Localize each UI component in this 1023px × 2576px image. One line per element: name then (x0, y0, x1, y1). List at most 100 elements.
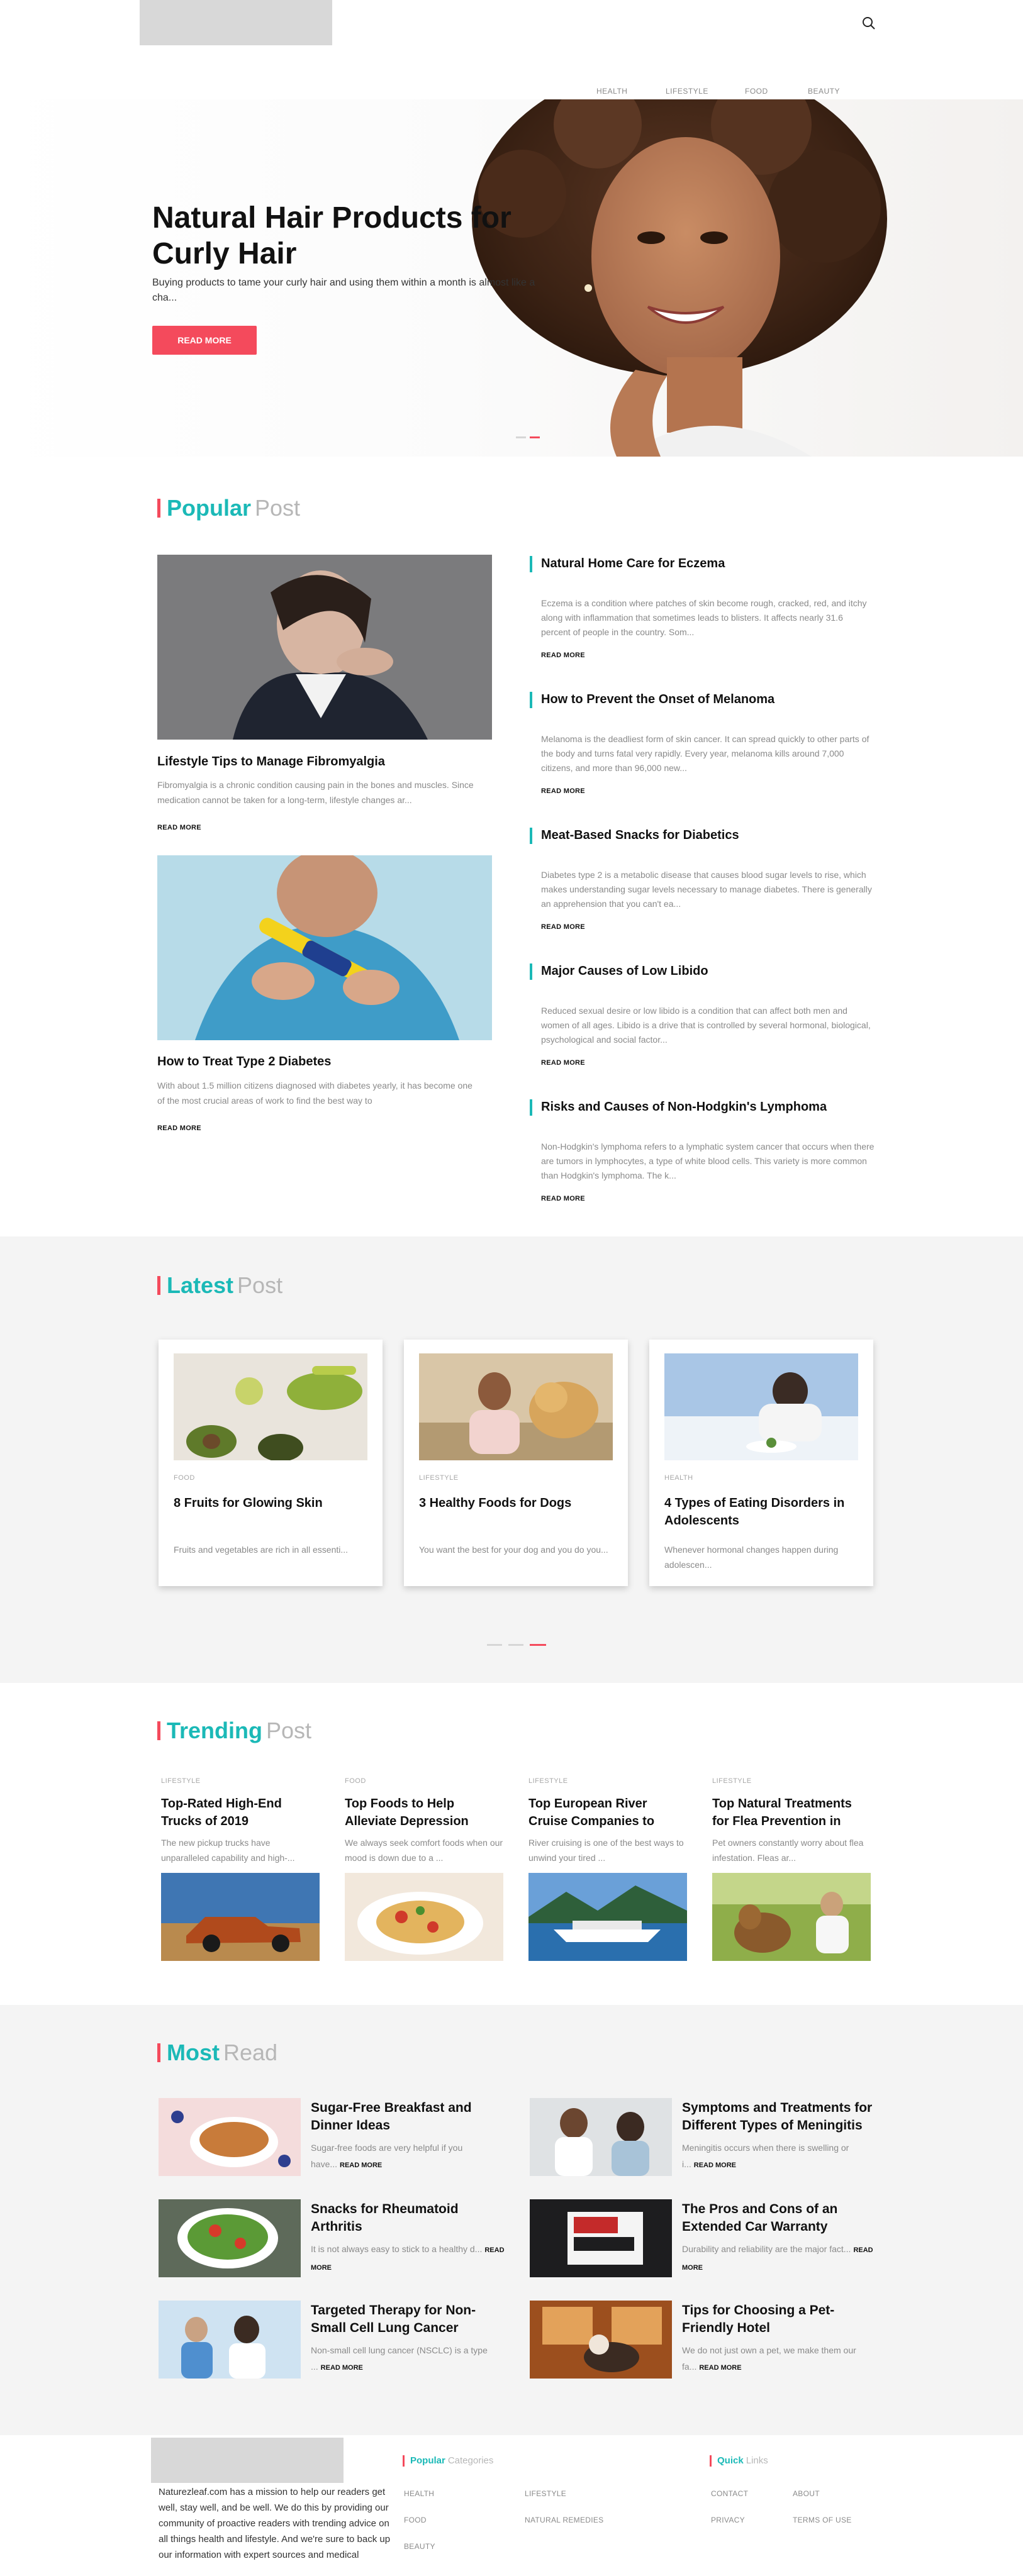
dog-food-image[interactable] (419, 1353, 613, 1460)
trending-item[interactable]: LIFESTYLE Top Natural Treatments for Fle… (712, 1777, 871, 1961)
nav-health[interactable]: HEALTH (596, 87, 627, 96)
card-category[interactable]: HEALTH (664, 1474, 693, 1482)
popular-featured-title[interactable]: Lifestyle Tips to Manage Fibromyalgia (157, 755, 492, 769)
river-cruise-image[interactable] (528, 1873, 687, 1961)
main-nav: HEALTH LIFESTYLE FOOD BEAUTY (0, 87, 1023, 99)
footer-category-natural-remedies[interactable]: NATURAL REMEDIES (525, 2516, 604, 2524)
hero-title: Natural Hair Products for Curly Hair (152, 201, 512, 270)
trending-item[interactable]: LIFESTYLE Top European River Cruise Comp… (528, 1777, 687, 1961)
card-excerpt: Fruits and vegetables are rich in all es… (174, 1545, 349, 1555)
search-icon[interactable] (861, 15, 877, 31)
nav-beauty[interactable]: BEAUTY (808, 87, 840, 96)
read-more-link[interactable]: READ MORE (541, 787, 585, 795)
most-read-item[interactable]: Snacks for Rheumatoid Arthritis It is no… (159, 2199, 511, 2277)
title-text[interactable]: How to Prevent the Onset of Melanoma (541, 692, 774, 706)
hero-slide-dot[interactable] (516, 436, 526, 438)
trending-title[interactable]: Top Natural Treatments for Flea Preventi… (712, 1795, 871, 1830)
read-more-link[interactable]: READ MORE (157, 824, 201, 831)
trending-category[interactable]: LIFESTYLE (528, 1777, 687, 1785)
truck-image[interactable] (161, 1873, 320, 1961)
card-category[interactable]: LIFESTYLE (419, 1474, 459, 1482)
card-title[interactable]: 4 Types of Eating Disorders in Adolescen… (664, 1494, 859, 1530)
footer-category-food[interactable]: FOOD (404, 2516, 427, 2524)
site-logo-placeholder[interactable] (140, 0, 332, 45)
read-more-link[interactable]: READ MORE (694, 2162, 736, 2169)
fibromyalgia-image[interactable] (157, 555, 492, 740)
footer-link-about[interactable]: ABOUT (793, 2489, 820, 2498)
hero-subtitle: Buying products to tame your curly hair … (152, 277, 535, 303)
latest-card[interactable]: HEALTH 4 Types of Eating Disorders in Ad… (649, 1340, 873, 1586)
hero-read-more-button[interactable]: READ MORE (152, 326, 257, 355)
card-category[interactable]: FOOD (174, 1474, 195, 1482)
trending-item[interactable]: FOOD Top Foods to Help Alleviate Depress… (345, 1777, 503, 1961)
trending-title[interactable]: Top-Rated High-End Trucks of 2019 (161, 1795, 320, 1830)
read-more-link[interactable]: READ MORE (157, 1124, 201, 1132)
depression-food-image[interactable] (345, 1873, 503, 1961)
latest-carousel-dot[interactable] (508, 1644, 523, 1646)
popular-list-title[interactable]: Risks and Causes of Non-Hodgkin's Lympho… (530, 1099, 882, 1116)
title-text[interactable]: Risks and Causes of Non-Hodgkin's Lympho… (541, 1100, 827, 1114)
heading-sub: Post (237, 1272, 283, 1298)
trending-category[interactable]: FOOD (345, 1777, 503, 1785)
heading-sub: Post (255, 495, 301, 521)
latest-carousel-dot[interactable] (487, 1644, 502, 1646)
trending-category[interactable]: LIFESTYLE (161, 1777, 320, 1785)
footer-category-health[interactable]: HEALTH (404, 2489, 434, 2498)
most-read-title[interactable]: Snacks for Rheumatoid Arthritis (311, 2201, 511, 2236)
diabetes-image[interactable] (157, 855, 492, 1040)
latest-card[interactable]: FOOD 8 Fruits for Glowing Skin Fruits an… (159, 1340, 383, 1586)
read-more-link[interactable]: READ MORE (541, 1195, 585, 1202)
trending-category[interactable]: LIFESTYLE (712, 1777, 871, 1785)
read-more-link[interactable]: READ MORE (699, 2364, 741, 2372)
popular-list-title[interactable]: Natural Home Care for Eczema (530, 556, 882, 572)
most-read-title[interactable]: Tips for Choosing a Pet-Friendly Hotel (682, 2302, 882, 2337)
most-read-item[interactable]: Tips for Choosing a Pet-Friendly Hotel W… (530, 2301, 882, 2379)
footer-link-contact[interactable]: CONTACT (711, 2489, 748, 2498)
car-warranty-image[interactable] (530, 2199, 672, 2277)
footer-category-lifestyle[interactable]: LIFESTYLE (525, 2489, 566, 2498)
footer-logo-placeholder[interactable] (151, 2438, 344, 2483)
card-title[interactable]: 3 Healthy Foods for Dogs (419, 1494, 614, 1512)
excerpt-text: Sugar-free foods are very helpful if you… (311, 2143, 463, 2169)
footer-category-beauty[interactable]: BEAUTY (404, 2542, 435, 2551)
eating-disorder-image[interactable] (664, 1353, 858, 1460)
footer-link-privacy[interactable]: PRIVACY (711, 2516, 745, 2524)
popular-list-title[interactable]: Meat-Based Snacks for Diabetics (530, 828, 882, 844)
lung-cancer-image[interactable] (159, 2301, 301, 2379)
trending-title[interactable]: Top European River Cruise Companies to (528, 1795, 687, 1830)
sugar-free-food-image[interactable] (159, 2098, 301, 2176)
most-read-item[interactable]: Targeted Therapy for Non-Small Cell Lung… (159, 2301, 511, 2379)
most-read-item[interactable]: Sugar-Free Breakfast and Dinner Ideas Su… (159, 2098, 511, 2176)
read-more-link[interactable]: READ MORE (321, 2364, 363, 2372)
most-read-item[interactable]: Symptoms and Treatments for Different Ty… (530, 2098, 882, 2176)
popular-list-title[interactable]: Major Causes of Low Libido (530, 963, 882, 980)
title-text[interactable]: Natural Home Care for Eczema (541, 557, 725, 570)
fruits-image[interactable] (174, 1353, 367, 1460)
hero-slide-dot-active[interactable] (530, 436, 540, 438)
title-text[interactable]: Meat-Based Snacks for Diabetics (541, 828, 739, 842)
popular-list-title[interactable]: How to Prevent the Onset of Melanoma (530, 692, 882, 708)
latest-card[interactable]: LIFESTYLE 3 Healthy Foods for Dogs You w… (404, 1340, 628, 1586)
most-read-title[interactable]: The Pros and Cons of an Extended Car War… (682, 2201, 882, 2236)
card-title[interactable]: 8 Fruits for Glowing Skin (174, 1494, 369, 1512)
nav-food[interactable]: FOOD (745, 87, 768, 96)
flea-treatment-image[interactable] (712, 1873, 871, 1961)
meningitis-image[interactable] (530, 2098, 672, 2176)
read-more-link[interactable]: READ MORE (541, 652, 585, 659)
latest-carousel-dot-active[interactable] (530, 1644, 546, 1646)
trending-title[interactable]: Top Foods to Help Alleviate Depression (345, 1795, 503, 1830)
most-read-title[interactable]: Sugar-Free Breakfast and Dinner Ideas (311, 2099, 511, 2135)
most-read-title[interactable]: Symptoms and Treatments for Different Ty… (682, 2099, 882, 2135)
read-more-link[interactable]: READ MORE (541, 923, 585, 931)
arthritis-snacks-image[interactable] (159, 2199, 301, 2277)
read-more-link[interactable]: READ MORE (340, 2162, 382, 2169)
read-more-link[interactable]: READ MORE (541, 1059, 585, 1067)
trending-item[interactable]: LIFESTYLE Top-Rated High-End Trucks of 2… (161, 1777, 320, 1961)
footer-link-terms[interactable]: TERMS OF USE (793, 2516, 852, 2524)
most-read-title[interactable]: Targeted Therapy for Non-Small Cell Lung… (311, 2302, 511, 2337)
pet-hotel-image[interactable] (530, 2301, 672, 2379)
nav-lifestyle[interactable]: LIFESTYLE (666, 87, 708, 96)
popular-featured-title[interactable]: How to Treat Type 2 Diabetes (157, 1055, 492, 1069)
title-text[interactable]: Major Causes of Low Libido (541, 964, 708, 978)
most-read-item[interactable]: The Pros and Cons of an Extended Car War… (530, 2199, 882, 2277)
